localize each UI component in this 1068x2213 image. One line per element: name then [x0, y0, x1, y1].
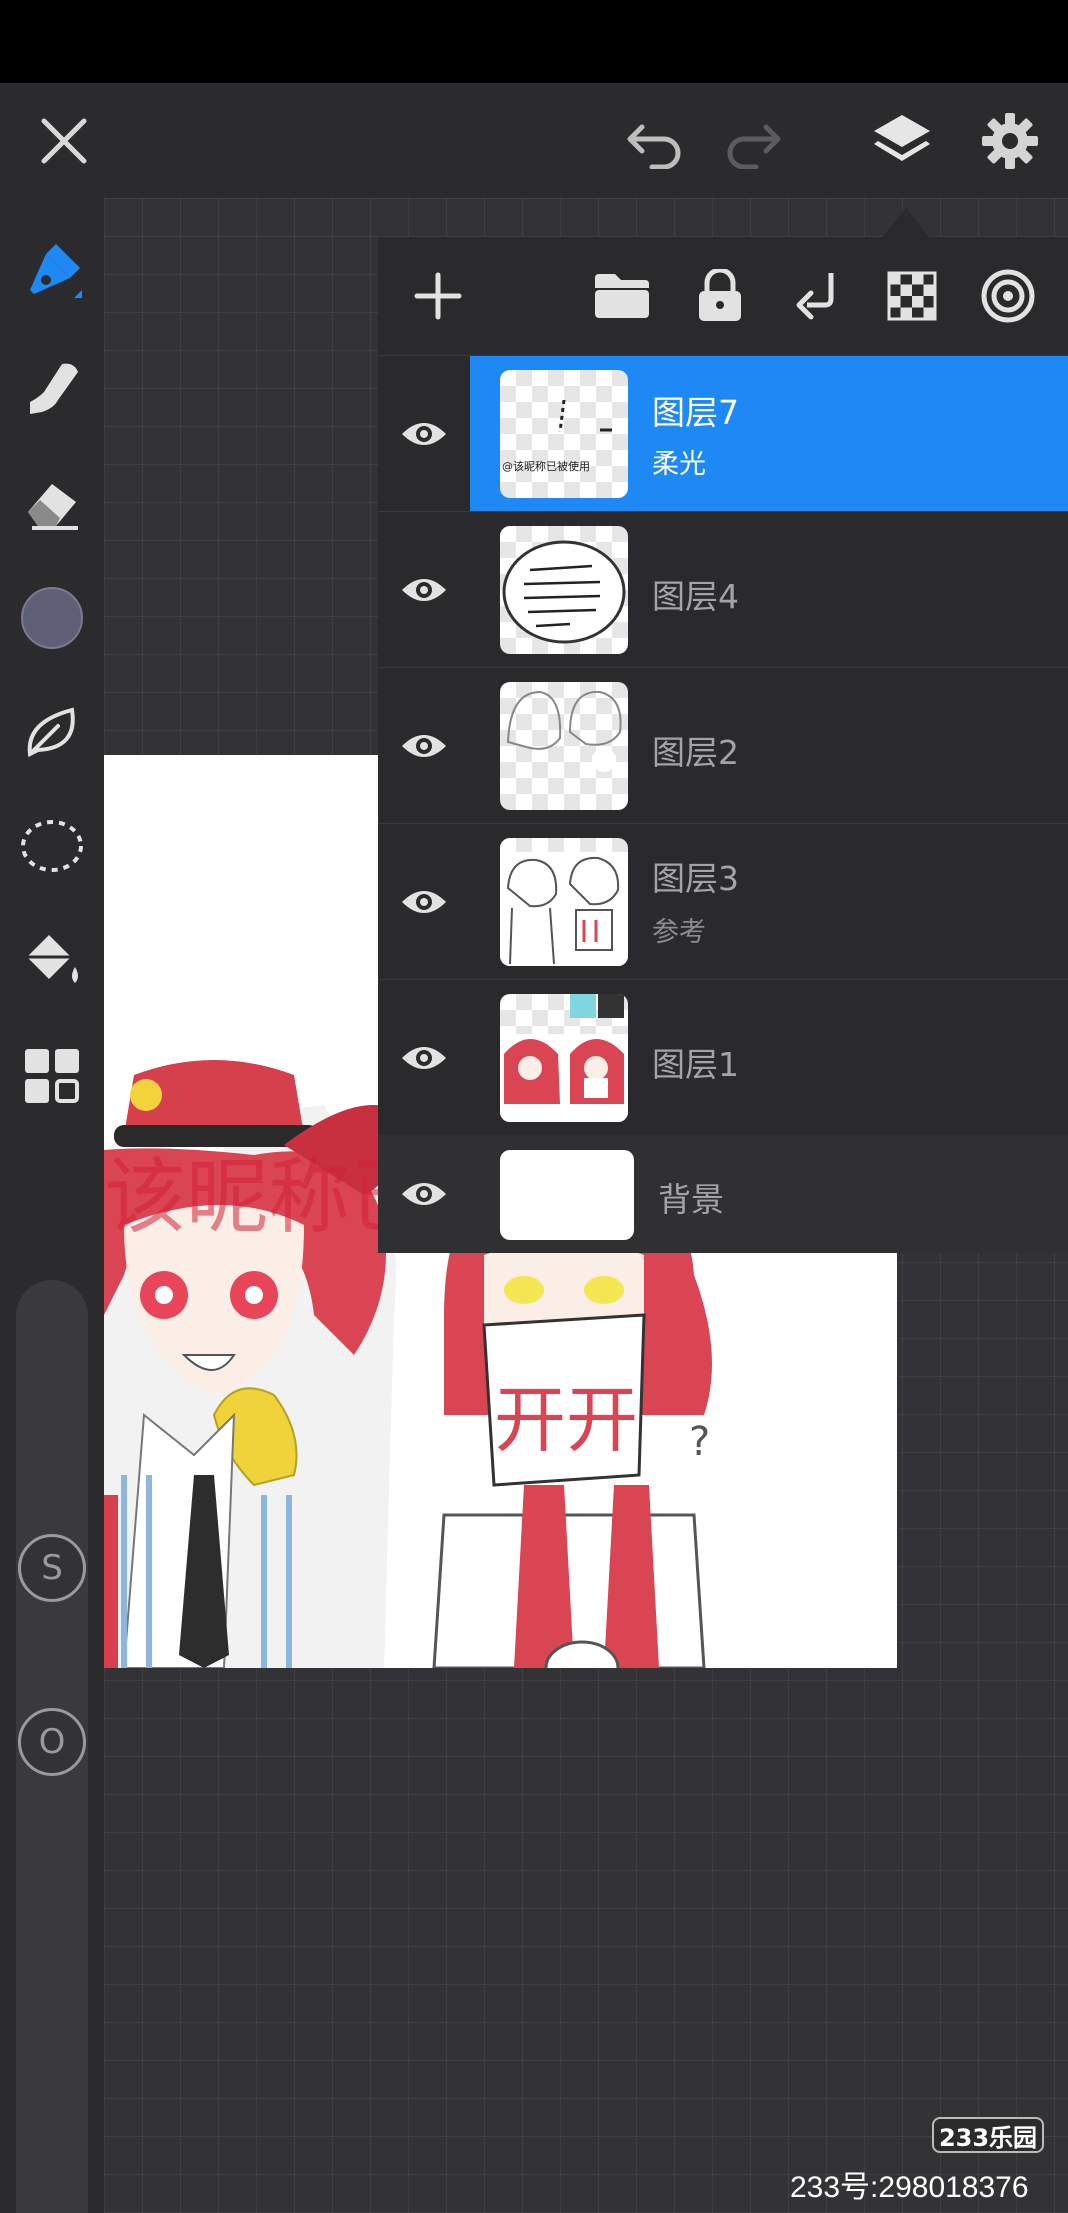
panel-caret — [882, 208, 930, 238]
redo-icon[interactable] — [712, 101, 792, 181]
folder-icon[interactable] — [582, 256, 662, 336]
eye-icon[interactable] — [378, 824, 470, 980]
layer-thumbnail — [500, 838, 628, 966]
layer-body[interactable]: 图层4 — [470, 512, 1068, 668]
layer-thumbnail — [500, 682, 628, 810]
layer-name: 图层7 — [652, 393, 739, 432]
thumb-text: @该昵称已被使用 — [502, 459, 590, 473]
layer-panel-toolbar — [378, 237, 1068, 355]
mask-text: 开开 — [494, 1378, 638, 1462]
undo-icon[interactable] — [616, 101, 696, 181]
layer-name: 图层2 — [652, 733, 739, 772]
background-thumbnail — [500, 1150, 634, 1240]
layer-body[interactable]: 图层1 — [470, 980, 1068, 1136]
eye-icon[interactable] — [378, 980, 470, 1136]
layer-name: 图层1 — [652, 1045, 739, 1084]
layer-row-3[interactable]: 图层3 参考 — [378, 823, 1068, 979]
layer-panel: @该昵称已被使用 图层7 柔光 图层4 图层2 图层3 参考 图层1 背景 — [378, 237, 1068, 1253]
checker-icon[interactable] — [872, 256, 952, 336]
plus-icon[interactable] — [398, 256, 478, 336]
left-toolbar: S O — [0, 198, 104, 2213]
gear-icon[interactable] — [970, 101, 1050, 181]
eye-icon[interactable] — [378, 356, 470, 512]
layer-row-4[interactable]: 图层4 — [378, 511, 1068, 667]
painting-app: 开开 ? 该昵称已被使用 — [0, 0, 1068, 2213]
layer-thumbnail — [500, 526, 628, 654]
layer-body[interactable]: 图层3 参考 — [470, 824, 1068, 980]
layer-row-7[interactable]: @该昵称已被使用 图层7 柔光 — [378, 355, 1068, 512]
layer-row-1[interactable]: 图层1 — [378, 979, 1068, 1135]
eye-icon[interactable] — [378, 1135, 470, 1253]
opacity-label: O — [38, 1722, 66, 1762]
layer-blend-mode: 柔光 — [652, 449, 706, 480]
opacity-handle[interactable]: O — [18, 1708, 86, 1776]
spiral-icon[interactable] — [968, 256, 1048, 336]
eye-icon[interactable] — [378, 668, 470, 824]
layer-body[interactable]: @该昵称已被使用 图层7 柔光 — [470, 356, 1068, 512]
eraser-icon[interactable] — [12, 462, 92, 542]
color-swatch[interactable] — [12, 578, 92, 658]
lasso-icon[interactable] — [12, 806, 92, 886]
status-bar — [0, 0, 1068, 83]
bucket-icon[interactable] — [12, 922, 92, 1002]
layer-thumbnail: @该昵称已被使用 — [500, 370, 628, 498]
layer-thumbnail — [500, 994, 628, 1122]
smudge-icon[interactable] — [12, 348, 92, 428]
size-label: S — [41, 1548, 63, 1588]
layer-body[interactable]: 图层2 — [470, 668, 1068, 824]
brush-size-handle[interactable]: S — [18, 1534, 86, 1602]
eye-icon[interactable] — [378, 512, 470, 668]
layer-row-2[interactable]: 图层2 — [378, 667, 1068, 823]
brush-icon[interactable] — [12, 232, 92, 312]
background-layer-row[interactable]: 背景 — [378, 1135, 1068, 1253]
background-layer-name: 背景 — [658, 1180, 724, 1219]
lock-icon[interactable] — [680, 256, 760, 336]
watermark-id: 233号:298018376 — [790, 2171, 1029, 2204]
leaf-icon[interactable] — [12, 692, 92, 772]
layer-blend-mode: 参考 — [652, 917, 706, 948]
svg-text:?: ? — [689, 1419, 710, 1465]
top-toolbar — [0, 83, 1068, 198]
merge-down-icon[interactable] — [776, 256, 856, 336]
close-icon[interactable] — [24, 101, 104, 181]
layers-icon[interactable] — [862, 101, 942, 181]
watermark-logo: 233乐园 — [932, 2117, 1044, 2153]
grid-icon[interactable] — [12, 1036, 92, 1116]
layer-name: 图层4 — [652, 577, 739, 616]
layer-name: 图层3 — [652, 859, 739, 898]
